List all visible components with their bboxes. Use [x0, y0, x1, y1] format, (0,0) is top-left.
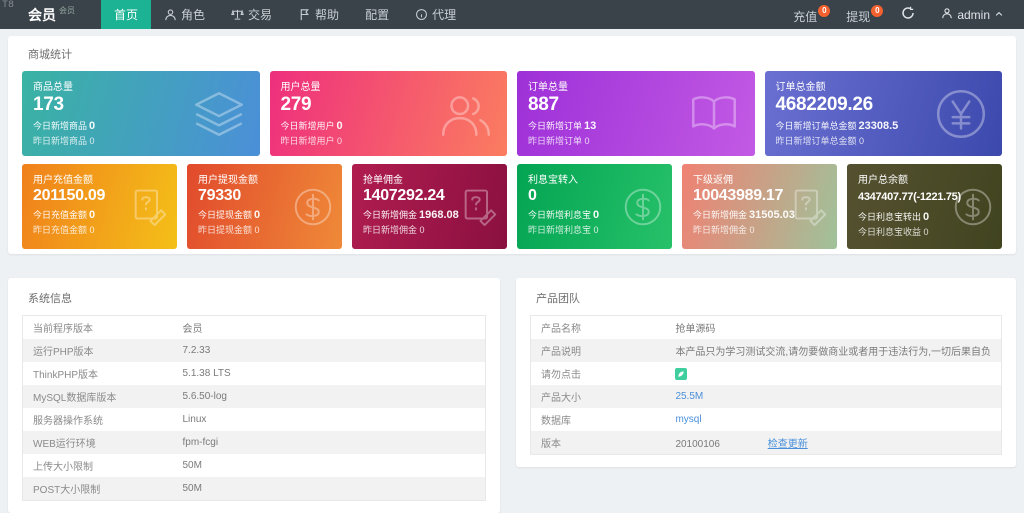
- chevron-up-icon: [994, 8, 1004, 22]
- users-icon: [437, 85, 495, 143]
- system-info-title: 系统信息: [28, 293, 72, 305]
- stat-card-products: 商品总量 173 今日新增商品 0 昨日新增商品 0: [22, 71, 260, 156]
- withdraw-button[interactable]: 提现 0: [836, 4, 885, 25]
- stat-card-withdraw: 用户提现金额 79330 今日提现金额 0 昨日提现金额 0: [187, 164, 342, 249]
- doc-edit-icon: [455, 184, 501, 230]
- stats-row-2: 用户充值金额 201150.09 今日充值金额 0 昨日充值金额 0 用户提现金额…: [22, 164, 1002, 249]
- table-row: 版本 20100106 检查更新: [530, 431, 1002, 455]
- table-row: 产品说明 本产品只为学习测试交流,请勿要做商业或者用于违法行为,一切后果自负: [530, 339, 1002, 362]
- stat-card-order-amount: 订单总金额 4682209.26 今日新增订单总金额 23308.5 昨日新增订单…: [764, 71, 1002, 156]
- nav-item-roles[interactable]: 角色: [151, 0, 218, 29]
- nav-item-home[interactable]: 首页: [101, 0, 152, 29]
- recharge-button[interactable]: 充值 0: [783, 4, 832, 25]
- person-icon: [941, 7, 953, 22]
- stat-card-total-balance: 用户总余额 4347407.77(-1221.75) 今日利息宝转出 0 今日利息…: [847, 164, 1002, 249]
- stat-card-commission: 抢单佣金 1407292.24 今日新增佣金 1968.08 昨日新增佣金 0: [352, 164, 507, 249]
- system-info-table: 当前程序版本 会员 运行PHP版本 7.2.33 ThinkPHP版本 5.1.38 …: [22, 315, 486, 501]
- product-size-link[interactable]: 25.5M: [675, 391, 703, 402]
- table-row: MySQL数据库版本 5.6.50-log: [22, 385, 486, 408]
- main-nav: 首页 角色 交易 帮助 配置 代理: [101, 0, 469, 29]
- doc-edit-icon: [125, 184, 171, 230]
- system-info-panel: 系统信息 当前程序版本 会员 运行PHP版本 7.2.33 ThinkPHP版本 5.…: [8, 278, 500, 513]
- leaf-icon[interactable]: [675, 367, 688, 380]
- nav-item-trade[interactable]: 交易: [218, 0, 285, 29]
- table-row: 当前程序版本 会员: [33, 324, 203, 335]
- table-row: 上传大小限制 50M: [33, 460, 202, 473]
- user-menu[interactable]: admin: [931, 7, 1008, 22]
- table-row: 产品大小 25.5M: [530, 385, 1002, 408]
- brand: 会员 会员: [28, 0, 75, 29]
- bottom-section: 系统信息 当前程序版本 会员 运行PHP版本 7.2.33 ThinkPHP版本 5.…: [8, 278, 1016, 513]
- stats-row-1: 商品总量 173 今日新增商品 0 昨日新增商品 0 用户总量 279 今日新增用…: [22, 71, 1002, 156]
- info-circle-icon: [415, 8, 428, 21]
- top-navbar: T8 会员 会员 首页 角色 交易 帮助 配置 代理 充值 0 提现 0 adm…: [0, 0, 1024, 29]
- version-value: 20100106: [675, 439, 720, 450]
- nav-item-agent[interactable]: 代理: [402, 0, 469, 29]
- nav-item-help[interactable]: 帮助: [285, 0, 352, 29]
- stats-panel: 商城统计 商品总量 173 今日新增商品 0 昨日新增商品 0 用户总量 279 …: [8, 36, 1016, 254]
- check-update-link[interactable]: 检查更新: [768, 439, 808, 450]
- table-row: 运行PHP版本 7.2.33: [22, 339, 486, 362]
- refresh-icon: [901, 6, 915, 23]
- stat-card-recharge: 用户充值金额 201150.09 今日充值金额 0 昨日充值金额 0: [22, 164, 177, 249]
- withdraw-badge: 0: [871, 5, 884, 17]
- table-row: 请勿点击: [531, 362, 1002, 385]
- username: admin: [957, 7, 990, 22]
- stat-card-interest-in: 利息宝转入 0 今日新增利息宝 0 昨日新增利息宝 0: [517, 164, 672, 249]
- layers-icon: [190, 85, 248, 143]
- dollar-circle-icon: [620, 184, 666, 230]
- watermark-text: T8: [2, 0, 15, 11]
- product-team-table: 产品名称 抢单源码 产品说明 本产品只为学习测试交流,请勿要做商业或者用于违法行为,…: [530, 315, 1002, 455]
- stat-card-users: 用户总量 279 今日新增用户 0 昨日新增用户 0: [269, 71, 507, 156]
- product-team-panel: 产品团队 产品名称 抢单源码 产品说明 本产品只为学习测试交流,请勿要做商业或者用于…: [516, 278, 1016, 467]
- recharge-badge: 0: [818, 5, 831, 17]
- table-row: WEB运行环境 fpm-fcgi: [22, 431, 486, 454]
- nav-item-config[interactable]: 配置: [352, 0, 402, 29]
- table-row: POST大小限制 50M: [22, 477, 486, 501]
- brand-sup-tag: 会员: [59, 6, 75, 15]
- stats-panel-title: 商城统计: [28, 49, 72, 61]
- yen-circle-icon: [932, 85, 990, 143]
- brand-label: 会员: [28, 6, 56, 23]
- flag-icon: [298, 8, 311, 21]
- dollar-circle-icon: [950, 184, 996, 230]
- table-row: 产品名称 抢单源码: [541, 324, 716, 335]
- scales-icon: [231, 8, 244, 21]
- doc-edit-icon: [785, 184, 831, 230]
- book-open-icon: [685, 85, 743, 143]
- dollar-circle-icon: [290, 184, 336, 230]
- table-row: 数据库 mysql: [541, 414, 702, 427]
- refresh-button[interactable]: [889, 6, 927, 23]
- product-team-title: 产品团队: [536, 293, 580, 305]
- person-icon: [164, 8, 177, 21]
- stat-card-rebate: 下级返佣 10043989.17 今日新增佣金 31505.03 昨日新增佣金 0: [682, 164, 837, 249]
- navbar-right: 充值 0 提现 0 admin: [783, 0, 1024, 29]
- table-row: 服务器操作系统 Linux: [33, 414, 207, 427]
- stat-card-orders: 订单总量 887 今日新增订单 13 昨日新增订单 0: [517, 71, 755, 156]
- database-link[interactable]: mysql: [675, 414, 701, 425]
- table-row: ThinkPHP版本 5.1.38 LTS: [33, 368, 231, 381]
